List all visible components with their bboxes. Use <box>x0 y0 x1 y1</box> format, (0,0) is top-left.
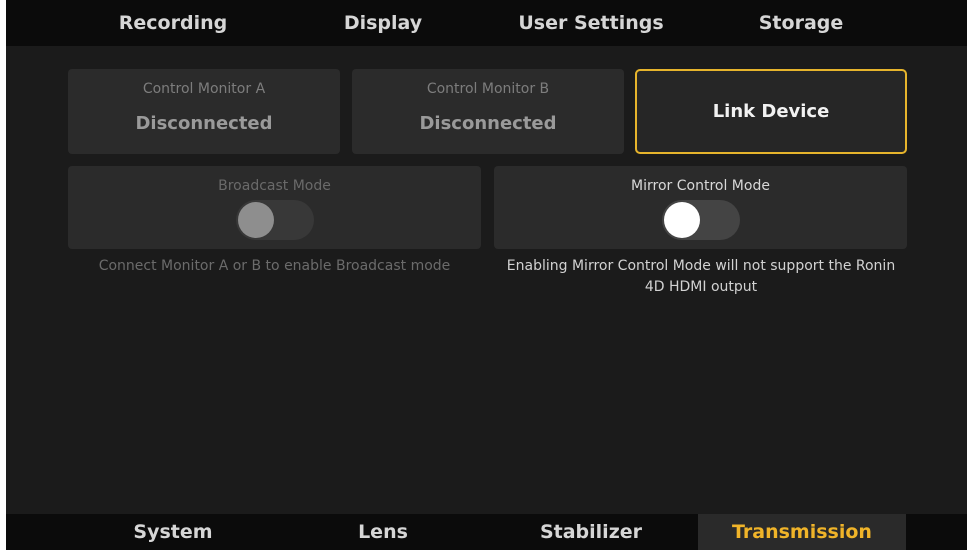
transmission-settings-screen: Recording Display User Settings Storage … <box>6 0 967 550</box>
mirror-toggle-knob <box>664 202 700 238</box>
control-monitor-a-card[interactable]: Control Monitor A Disconnected <box>68 69 340 154</box>
link-device-button[interactable]: Link Device <box>635 69 907 154</box>
broadcast-mode-card: Broadcast Mode <box>68 166 481 249</box>
mirror-hint-line-2: 4D HDMI output <box>644 279 758 295</box>
tab-recording[interactable]: Recording <box>76 0 270 46</box>
broadcast-mode-label: Broadcast Mode <box>218 178 331 194</box>
mirror-control-mode-toggle[interactable] <box>662 200 740 240</box>
tab-user-settings[interactable]: User Settings <box>494 0 688 46</box>
broadcast-mode-toggle[interactable] <box>236 200 314 240</box>
tab-storage[interactable]: Storage <box>704 0 898 46</box>
mirror-control-mode-hint: Enabling Mirror Control Mode will not su… <box>486 256 916 298</box>
mirror-control-mode-label: Mirror Control Mode <box>631 178 770 194</box>
tab-stabilizer[interactable]: Stabilizer <box>494 514 688 550</box>
top-tab-bar: Recording Display User Settings Storage <box>6 0 967 46</box>
control-monitor-a-status: Disconnected <box>135 113 273 134</box>
mirror-control-mode-card: Mirror Control Mode <box>494 166 907 249</box>
broadcast-mode-hint: Connect Monitor A or B to enable Broadca… <box>98 258 451 274</box>
control-monitor-b-label: Control Monitor B <box>426 81 550 97</box>
mirror-hint-line-1: Enabling Mirror Control Mode will not su… <box>506 258 896 274</box>
bottom-tab-bar: System Lens Stabilizer Transmission <box>6 514 967 550</box>
tab-display[interactable]: Display <box>286 0 480 46</box>
control-monitor-b-status: Disconnected <box>419 113 557 134</box>
broadcast-toggle-knob <box>238 202 274 238</box>
control-monitor-b-card[interactable]: Control Monitor B Disconnected <box>352 69 624 154</box>
control-monitor-a-label: Control Monitor A <box>142 81 266 97</box>
tab-transmission[interactable]: Transmission <box>698 514 906 550</box>
tab-system[interactable]: System <box>76 514 270 550</box>
tab-lens[interactable]: Lens <box>286 514 480 550</box>
